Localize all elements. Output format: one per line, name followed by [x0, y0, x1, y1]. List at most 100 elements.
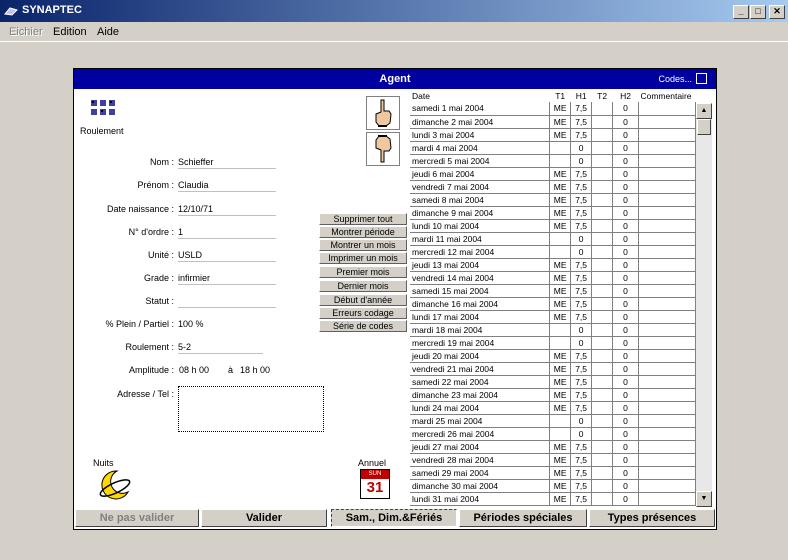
date-naissance-field[interactable]: 12/10/71 [178, 202, 276, 216]
table-cell[interactable]: 0 [612, 492, 639, 506]
hand-up-button[interactable] [366, 96, 400, 130]
table-cell[interactable] [549, 427, 572, 441]
table-cell[interactable] [638, 245, 696, 259]
calendar-icon[interactable]: SUN 31 [360, 469, 390, 499]
table-cell[interactable]: lundi 24 mai 2004 [410, 401, 551, 415]
table-cell[interactable]: samedi 22 mai 2004 [410, 375, 551, 389]
table-cell[interactable] [591, 128, 614, 142]
table-cell[interactable]: ME [549, 466, 572, 480]
table-cell[interactable]: 7,5 [570, 388, 593, 402]
table-cell[interactable]: lundi 31 mai 2004 [410, 492, 551, 506]
table-cell[interactable]: 0 [612, 128, 639, 142]
table-cell[interactable] [638, 180, 696, 194]
table-cell[interactable]: 7,5 [570, 453, 593, 467]
table-cell[interactable] [549, 141, 572, 155]
montrer-periode-button[interactable]: Montrer période [319, 226, 407, 238]
table-row[interactable]: dimanche 16 mai 2004 ME 7,5 0 [410, 297, 696, 311]
table-cell[interactable]: 7,5 [570, 206, 593, 220]
table-scrollbar[interactable]: ▲ ▼ [696, 103, 712, 507]
table-cell[interactable] [638, 154, 696, 168]
table-cell[interactable] [638, 232, 696, 246]
table-row[interactable]: dimanche 23 mai 2004 ME 7,5 0 [410, 388, 696, 402]
table-cell[interactable] [638, 349, 696, 363]
codes-checkbox[interactable] [696, 73, 707, 84]
table-cell[interactable]: 0 [570, 414, 593, 428]
menu-fichier[interactable]: Eichier [9, 26, 43, 38]
table-cell[interactable]: 0 [612, 466, 639, 480]
table-cell[interactable]: 0 [570, 245, 593, 259]
statut-field[interactable] [178, 294, 276, 308]
table-cell[interactable]: 0 [612, 323, 639, 337]
table-cell[interactable]: 7,5 [570, 297, 593, 311]
table-cell[interactable] [638, 193, 696, 207]
table-cell[interactable] [591, 440, 614, 454]
table-cell[interactable] [638, 453, 696, 467]
table-cell[interactable]: ME [549, 362, 572, 376]
table-cell[interactable]: ME [549, 271, 572, 285]
table-cell[interactable]: jeudi 13 mai 2004 [410, 258, 551, 272]
table-cell[interactable]: dimanche 2 mai 2004 [410, 115, 551, 129]
table-row[interactable]: jeudi 20 mai 2004 ME 7,5 0 [410, 349, 696, 363]
table-cell[interactable]: ME [549, 284, 572, 298]
close-button[interactable]: ✕ [769, 5, 785, 19]
table-cell[interactable]: dimanche 23 mai 2004 [410, 388, 551, 402]
table-cell[interactable]: 0 [570, 154, 593, 168]
table-row[interactable]: samedi 8 mai 2004 ME 7,5 0 [410, 193, 696, 207]
table-cell[interactable]: 0 [612, 297, 639, 311]
table-cell[interactable]: 7,5 [570, 492, 593, 506]
table-cell[interactable]: 7,5 [570, 310, 593, 324]
table-cell[interactable] [638, 479, 696, 493]
periodes-speciales-button[interactable]: Périodes spéciales [459, 509, 587, 527]
table-cell[interactable]: 7,5 [570, 128, 593, 142]
unite-field[interactable]: USLD [178, 248, 276, 262]
table-row[interactable]: vendredi 7 mai 2004 ME 7,5 0 [410, 180, 696, 194]
table-cell[interactable]: 0 [612, 154, 639, 168]
table-cell[interactable]: samedi 29 mai 2004 [410, 466, 551, 480]
table-row[interactable]: dimanche 30 mai 2004 ME 7,5 0 [410, 479, 696, 493]
table-row[interactable]: mardi 25 mai 2004 0 0 [410, 414, 696, 428]
table-cell[interactable]: 0 [612, 102, 639, 116]
table-cell[interactable] [549, 323, 572, 337]
table-cell[interactable]: ME [549, 193, 572, 207]
table-cell[interactable]: dimanche 9 mai 2004 [410, 206, 551, 220]
table-cell[interactable]: vendredi 14 mai 2004 [410, 271, 551, 285]
ne-pas-valider-button[interactable]: Ne pas valider [75, 509, 199, 527]
table-cell[interactable]: 0 [570, 427, 593, 441]
table-cell[interactable]: 0 [570, 232, 593, 246]
table-cell[interactable] [591, 362, 614, 376]
moon-icon[interactable] [97, 468, 133, 502]
table-cell[interactable] [638, 128, 696, 142]
table-cell[interactable]: 0 [612, 232, 639, 246]
dernier-mois-button[interactable]: Dernier mois [319, 280, 407, 292]
premier-mois-button[interactable]: Premier mois [319, 266, 407, 278]
table-cell[interactable]: 0 [612, 167, 639, 181]
table-cell[interactable]: ME [549, 375, 572, 389]
table-cell[interactable] [591, 323, 614, 337]
table-cell[interactable] [638, 219, 696, 233]
table-cell[interactable]: 7,5 [570, 193, 593, 207]
table-cell[interactable]: ME [549, 219, 572, 233]
table-cell[interactable] [591, 479, 614, 493]
table-cell[interactable]: 0 [612, 362, 639, 376]
table-cell[interactable]: 7,5 [570, 115, 593, 129]
grade-field[interactable]: infirmier [178, 271, 276, 285]
plein-partiel-field[interactable]: 100 % [178, 317, 276, 331]
table-row[interactable]: lundi 10 mai 2004 ME 7,5 0 [410, 219, 696, 233]
table-cell[interactable] [549, 232, 572, 246]
table-cell[interactable]: 0 [612, 141, 639, 155]
table-cell[interactable]: lundi 3 mai 2004 [410, 128, 551, 142]
table-cell[interactable]: 0 [612, 284, 639, 298]
table-cell[interactable]: 0 [612, 349, 639, 363]
table-cell[interactable]: vendredi 21 mai 2004 [410, 362, 551, 376]
table-cell[interactable]: ME [549, 492, 572, 506]
table-cell[interactable]: ME [549, 453, 572, 467]
table-cell[interactable] [591, 115, 614, 129]
table-cell[interactable] [591, 193, 614, 207]
table-row[interactable]: lundi 17 mai 2004 ME 7,5 0 [410, 310, 696, 324]
table-row[interactable]: jeudi 13 mai 2004 ME 7,5 0 [410, 258, 696, 272]
table-cell[interactable]: 0 [612, 193, 639, 207]
table-row[interactable]: mercredi 5 mai 2004 0 0 [410, 154, 696, 168]
table-cell[interactable]: mercredi 5 mai 2004 [410, 154, 551, 168]
montrer-un-mois-button[interactable]: Montrer un mois [319, 239, 407, 251]
table-cell[interactable]: 7,5 [570, 375, 593, 389]
